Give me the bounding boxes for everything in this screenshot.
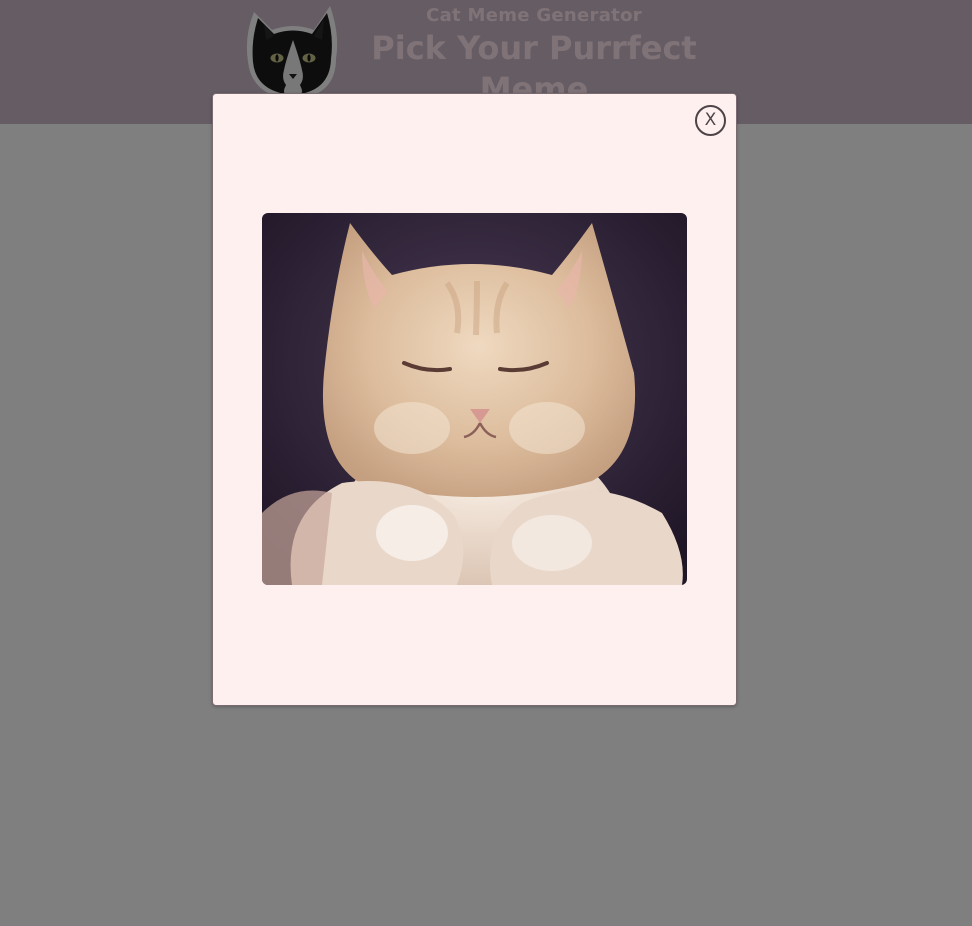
close-button[interactable]: X	[695, 105, 726, 136]
meme-modal: X	[212, 93, 737, 706]
sleepy-cat-gif	[262, 213, 687, 585]
